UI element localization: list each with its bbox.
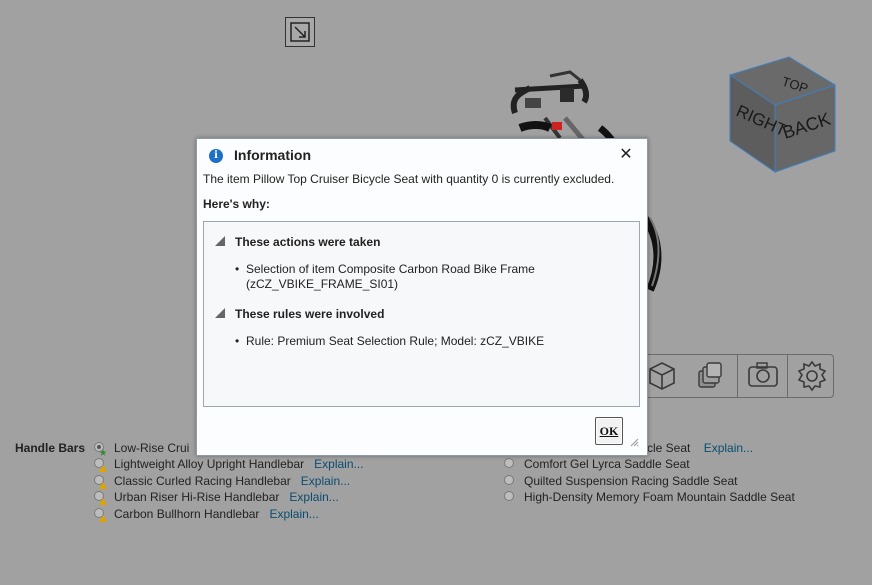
star-icon <box>99 449 107 456</box>
rule-item: Rule: Premium Seat Selection Rule; Model… <box>246 334 545 348</box>
collapse-triangle-icon[interactable] <box>215 236 225 246</box>
bullet-icon: • <box>235 262 240 276</box>
resize-grip-icon[interactable] <box>629 437 639 447</box>
radio-button[interactable] <box>504 475 514 485</box>
radio-button[interactable] <box>504 458 514 468</box>
action-item-detail: (zCZ_VBIKE_FRAME_SI01) <box>246 277 399 291</box>
zoom-fit-button[interactable] <box>285 17 315 47</box>
bullet-icon: • <box>235 334 240 348</box>
view-orientation-cube[interactable]: TOP RIGHT BACK <box>727 55 839 175</box>
warning-icon <box>99 515 107 522</box>
option-label: Quilted Suspension Racing Saddle Seat <box>524 474 738 488</box>
option-label: High-Density Memory Foam Mountain Saddle… <box>524 490 795 504</box>
section-heading-rules[interactable]: These rules were involved <box>235 307 384 321</box>
option-label: Classic Curled Racing Handlebar <box>114 474 291 488</box>
option-label: Comfort Gel Lyrca Saddle Seat <box>524 457 690 471</box>
view-toolbar <box>640 354 834 398</box>
gear-icon[interactable] <box>794 355 830 397</box>
ok-button[interactable]: OK <box>595 417 623 445</box>
cube-view-icon[interactable] <box>645 355 679 397</box>
section-heading-actions[interactable]: These actions were taken <box>235 235 380 249</box>
option-label: rcle Seat <box>643 441 691 455</box>
zoom-fit-icon <box>290 22 310 42</box>
action-item: Selection of item Composite Carbon Road … <box>246 262 535 276</box>
collapse-triangle-icon[interactable] <box>215 308 225 318</box>
explain-link[interactable]: Explain... <box>289 490 338 504</box>
explain-link[interactable]: Explain... <box>301 474 350 488</box>
option-label: Lightweight Alloy Upright Handlebar <box>114 457 305 471</box>
explain-link[interactable]: Explain... <box>314 457 363 471</box>
exclusion-message: The item Pillow Top Cruiser Bicycle Seat… <box>203 172 615 186</box>
option-label: Carbon Bullhorn Handlebar <box>114 507 260 521</box>
radio-button[interactable] <box>504 491 514 501</box>
explain-link[interactable]: Explain... <box>269 507 318 521</box>
why-label: Here's why: <box>203 197 270 211</box>
option-label: Low-Rise Crui <box>114 441 190 455</box>
dialog-title: Information <box>234 147 311 163</box>
warning-icon <box>99 465 107 472</box>
explain-link[interactable]: Explain... <box>704 441 753 455</box>
info-icon: i <box>209 149 223 163</box>
warning-icon <box>99 482 107 489</box>
close-button[interactable]: ✕ <box>617 146 635 164</box>
warning-icon <box>99 498 107 505</box>
camera-icon[interactable] <box>745 355 781 397</box>
handle-bars-label: Handle Bars <box>15 441 86 455</box>
explanation-panel: These actions were taken • Selection of … <box>203 221 640 407</box>
option-label: Urban Riser Hi-Rise Handlebar <box>114 490 280 504</box>
information-dialog: i Information ✕ The item Pillow Top Crui… <box>196 138 648 456</box>
layers-icon[interactable] <box>693 355 727 397</box>
